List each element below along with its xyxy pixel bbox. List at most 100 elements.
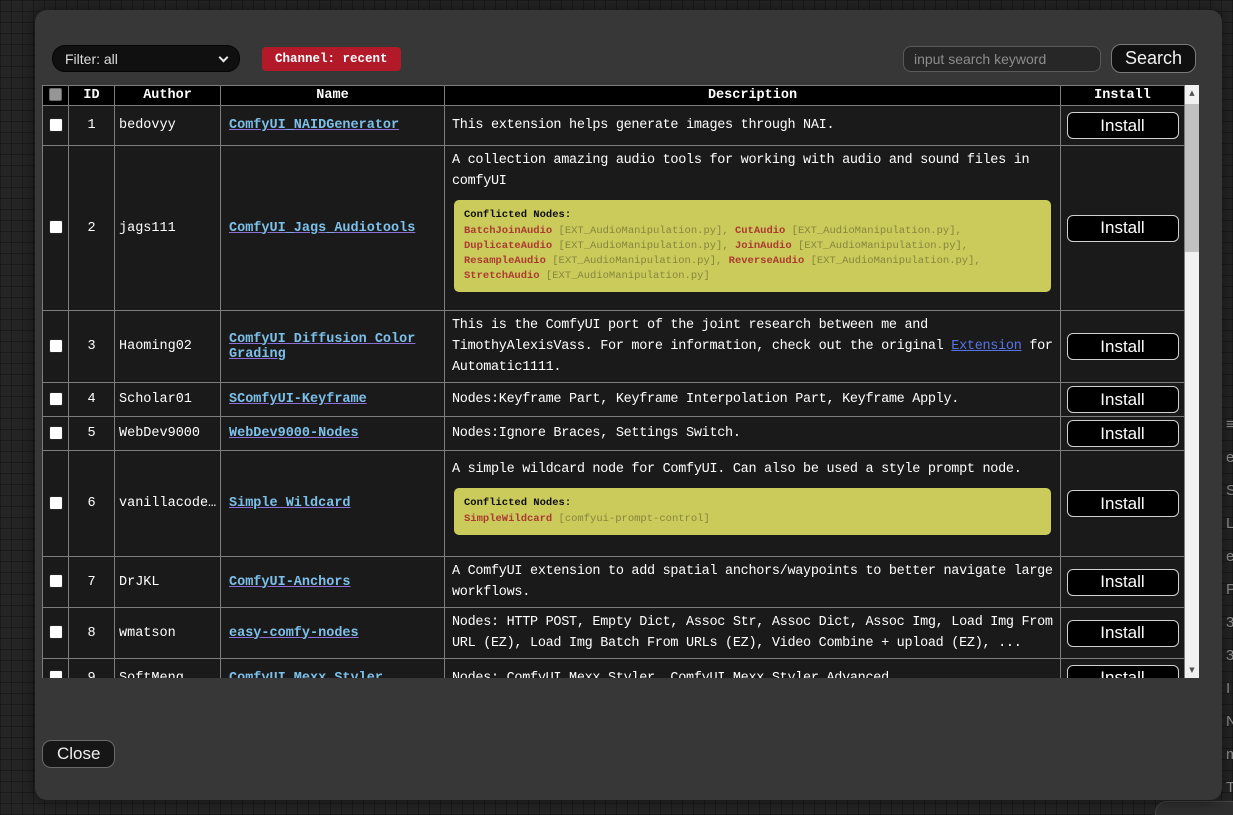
description-text: A ComfyUI extension to add spatial ancho… (452, 561, 1053, 603)
extension-name-link[interactable]: Simple Wildcard (229, 496, 351, 511)
row-select-cell (43, 146, 69, 311)
search-input[interactable] (903, 46, 1101, 72)
filter-select[interactable]: Filter: all (52, 45, 240, 72)
close-button[interactable]: Close (42, 740, 115, 768)
channel-button[interactable]: Channel: recent (262, 47, 401, 71)
row-id: 7 (69, 557, 115, 608)
row-select-cell (43, 557, 69, 608)
row-name-cell: ComfyUI_NAIDGenerator (221, 106, 445, 146)
row-author: DrJKL (115, 557, 221, 608)
table-scrollbar[interactable]: ▲ ▼ (1185, 85, 1199, 678)
row-description: Nodes: HTTP POST, Empty Dict, Assoc Str,… (445, 608, 1061, 659)
table-row: 5 WebDev9000 WebDev9000-Nodes Nodes:Igno… (43, 417, 1185, 451)
conflict-warning-box: Conflicted Nodes: BatchJoinAudio [EXT_Au… (454, 200, 1051, 292)
filter-select-wrap: Filter: all (52, 45, 240, 72)
row-install-cell: Install (1061, 146, 1185, 311)
row-checkbox[interactable] (49, 574, 63, 588)
conflict-title: Conflicted Nodes: (464, 496, 1041, 511)
table-row: 9 SoftMeng ComfyUI_Mexx_Styler Nodes: Co… (43, 659, 1185, 679)
row-name-cell: easy-comfy-nodes (221, 608, 445, 659)
extension-name-link[interactable]: ComfyUI Diffusion Color Grading (229, 332, 415, 362)
header-id: ID (69, 86, 115, 106)
row-author: Haoming02 (115, 311, 221, 383)
header-description: Description (445, 86, 1061, 106)
row-select-cell (43, 659, 69, 679)
row-checkbox[interactable] (49, 392, 63, 406)
row-name-cell: Simple Wildcard (221, 451, 445, 557)
install-button[interactable]: Install (1067, 420, 1179, 447)
row-description: A simple wildcard node for ComfyUI. Can … (445, 451, 1061, 557)
header-install: Install (1061, 86, 1185, 106)
row-select-cell (43, 451, 69, 557)
conflict-warning-box: Conflicted Nodes: SimpleWildcard [comfyu… (454, 488, 1051, 535)
row-checkbox[interactable] (49, 670, 63, 678)
select-all-checkbox[interactable] (49, 88, 62, 101)
install-custom-nodes-dialog: Filter: all Channel: recent Search (35, 10, 1222, 800)
row-id: 6 (69, 451, 115, 557)
extension-name-link[interactable]: ComfyUI_Jags_Audiotools (229, 221, 415, 236)
row-description: A collection amazing audio tools for wor… (445, 146, 1061, 311)
row-id: 1 (69, 106, 115, 146)
table-header-row: ID Author Name Description Install (43, 86, 1185, 106)
install-button[interactable]: Install (1067, 620, 1179, 647)
install-button[interactable]: Install (1067, 386, 1179, 413)
scroll-down-icon[interactable]: ▼ (1185, 662, 1199, 678)
row-author: WebDev9000 (115, 417, 221, 451)
install-button[interactable]: Install (1067, 215, 1179, 242)
row-description: Nodes: ComfyUI Mexx Styler, ComfyUI Mexx… (445, 659, 1061, 679)
row-checkbox[interactable] (49, 426, 63, 440)
row-id: 5 (69, 417, 115, 451)
extension-name-link[interactable]: WebDev9000-Nodes (229, 426, 359, 441)
extension-name-link[interactable]: SComfyUI-Keyframe (229, 392, 367, 407)
description-text: Nodes:Keyframe Part, Keyframe Interpolat… (452, 389, 1053, 410)
table-row: 6 vanillacode… Simple Wildcard A simple … (43, 451, 1185, 557)
row-install-cell: Install (1061, 451, 1185, 557)
row-checkbox[interactable] (49, 339, 63, 353)
row-name-cell: SComfyUI-Keyframe (221, 383, 445, 417)
install-button[interactable]: Install (1067, 333, 1179, 360)
row-id: 3 (69, 311, 115, 383)
description-text: This extension helps generate images thr… (452, 115, 1053, 136)
row-select-cell (43, 311, 69, 383)
extension-name-link[interactable]: easy-comfy-nodes (229, 626, 359, 641)
custom-nodes-table: ID Author Name Description Install 1 bed… (42, 85, 1185, 678)
row-id: 4 (69, 383, 115, 417)
table-row: 2 jags111 ComfyUI_Jags_Audiotools A coll… (43, 146, 1185, 311)
conflict-items: SimpleWildcard [comfyui-prompt-control] (464, 512, 1041, 527)
description-inline-link[interactable]: Extension (951, 339, 1021, 354)
scroll-up-icon[interactable]: ▲ (1185, 85, 1199, 101)
conflict-title: Conflicted Nodes: (464, 208, 1041, 223)
row-install-cell: Install (1061, 417, 1185, 451)
install-button[interactable]: Install (1067, 569, 1179, 596)
row-select-cell (43, 383, 69, 417)
conflict-items: BatchJoinAudio [EXT_AudioManipulation.py… (464, 224, 1041, 284)
row-name-cell: ComfyUI Diffusion Color Grading (221, 311, 445, 383)
row-checkbox[interactable] (49, 118, 63, 132)
row-select-cell (43, 608, 69, 659)
dialog-toolbar: Filter: all Channel: recent Search (52, 44, 1196, 73)
row-install-cell: Install (1061, 659, 1185, 679)
description-text: A collection amazing audio tools for wor… (452, 150, 1053, 192)
extension-name-link[interactable]: ComfyUI_Mexx_Styler (229, 671, 383, 679)
table-row: 8 wmatson easy-comfy-nodes Nodes: HTTP P… (43, 608, 1185, 659)
search-button[interactable]: Search (1111, 44, 1196, 73)
row-description: A ComfyUI extension to add spatial ancho… (445, 557, 1061, 608)
scrollbar-thumb[interactable] (1185, 104, 1199, 252)
row-description: Nodes:Keyframe Part, Keyframe Interpolat… (445, 383, 1061, 417)
row-install-cell: Install (1061, 383, 1185, 417)
install-button[interactable]: Install (1067, 665, 1179, 679)
row-checkbox[interactable] (49, 220, 63, 234)
row-id: 2 (69, 146, 115, 311)
row-checkbox[interactable] (49, 625, 63, 639)
row-checkbox[interactable] (49, 496, 63, 510)
extension-name-link[interactable]: ComfyUI-Anchors (229, 575, 351, 590)
background-menu-button (1155, 801, 1233, 815)
table-row: 3 Haoming02 ComfyUI Diffusion Color Grad… (43, 311, 1185, 383)
extension-name-link[interactable]: ComfyUI_NAIDGenerator (229, 118, 399, 133)
install-button[interactable]: Install (1067, 490, 1179, 517)
row-name-cell: WebDev9000-Nodes (221, 417, 445, 451)
row-select-cell (43, 417, 69, 451)
install-button[interactable]: Install (1067, 112, 1179, 139)
row-description: This is the ComfyUI port of the joint re… (445, 311, 1061, 383)
description-text: Nodes: ComfyUI Mexx Styler, ComfyUI Mexx… (452, 668, 1053, 679)
